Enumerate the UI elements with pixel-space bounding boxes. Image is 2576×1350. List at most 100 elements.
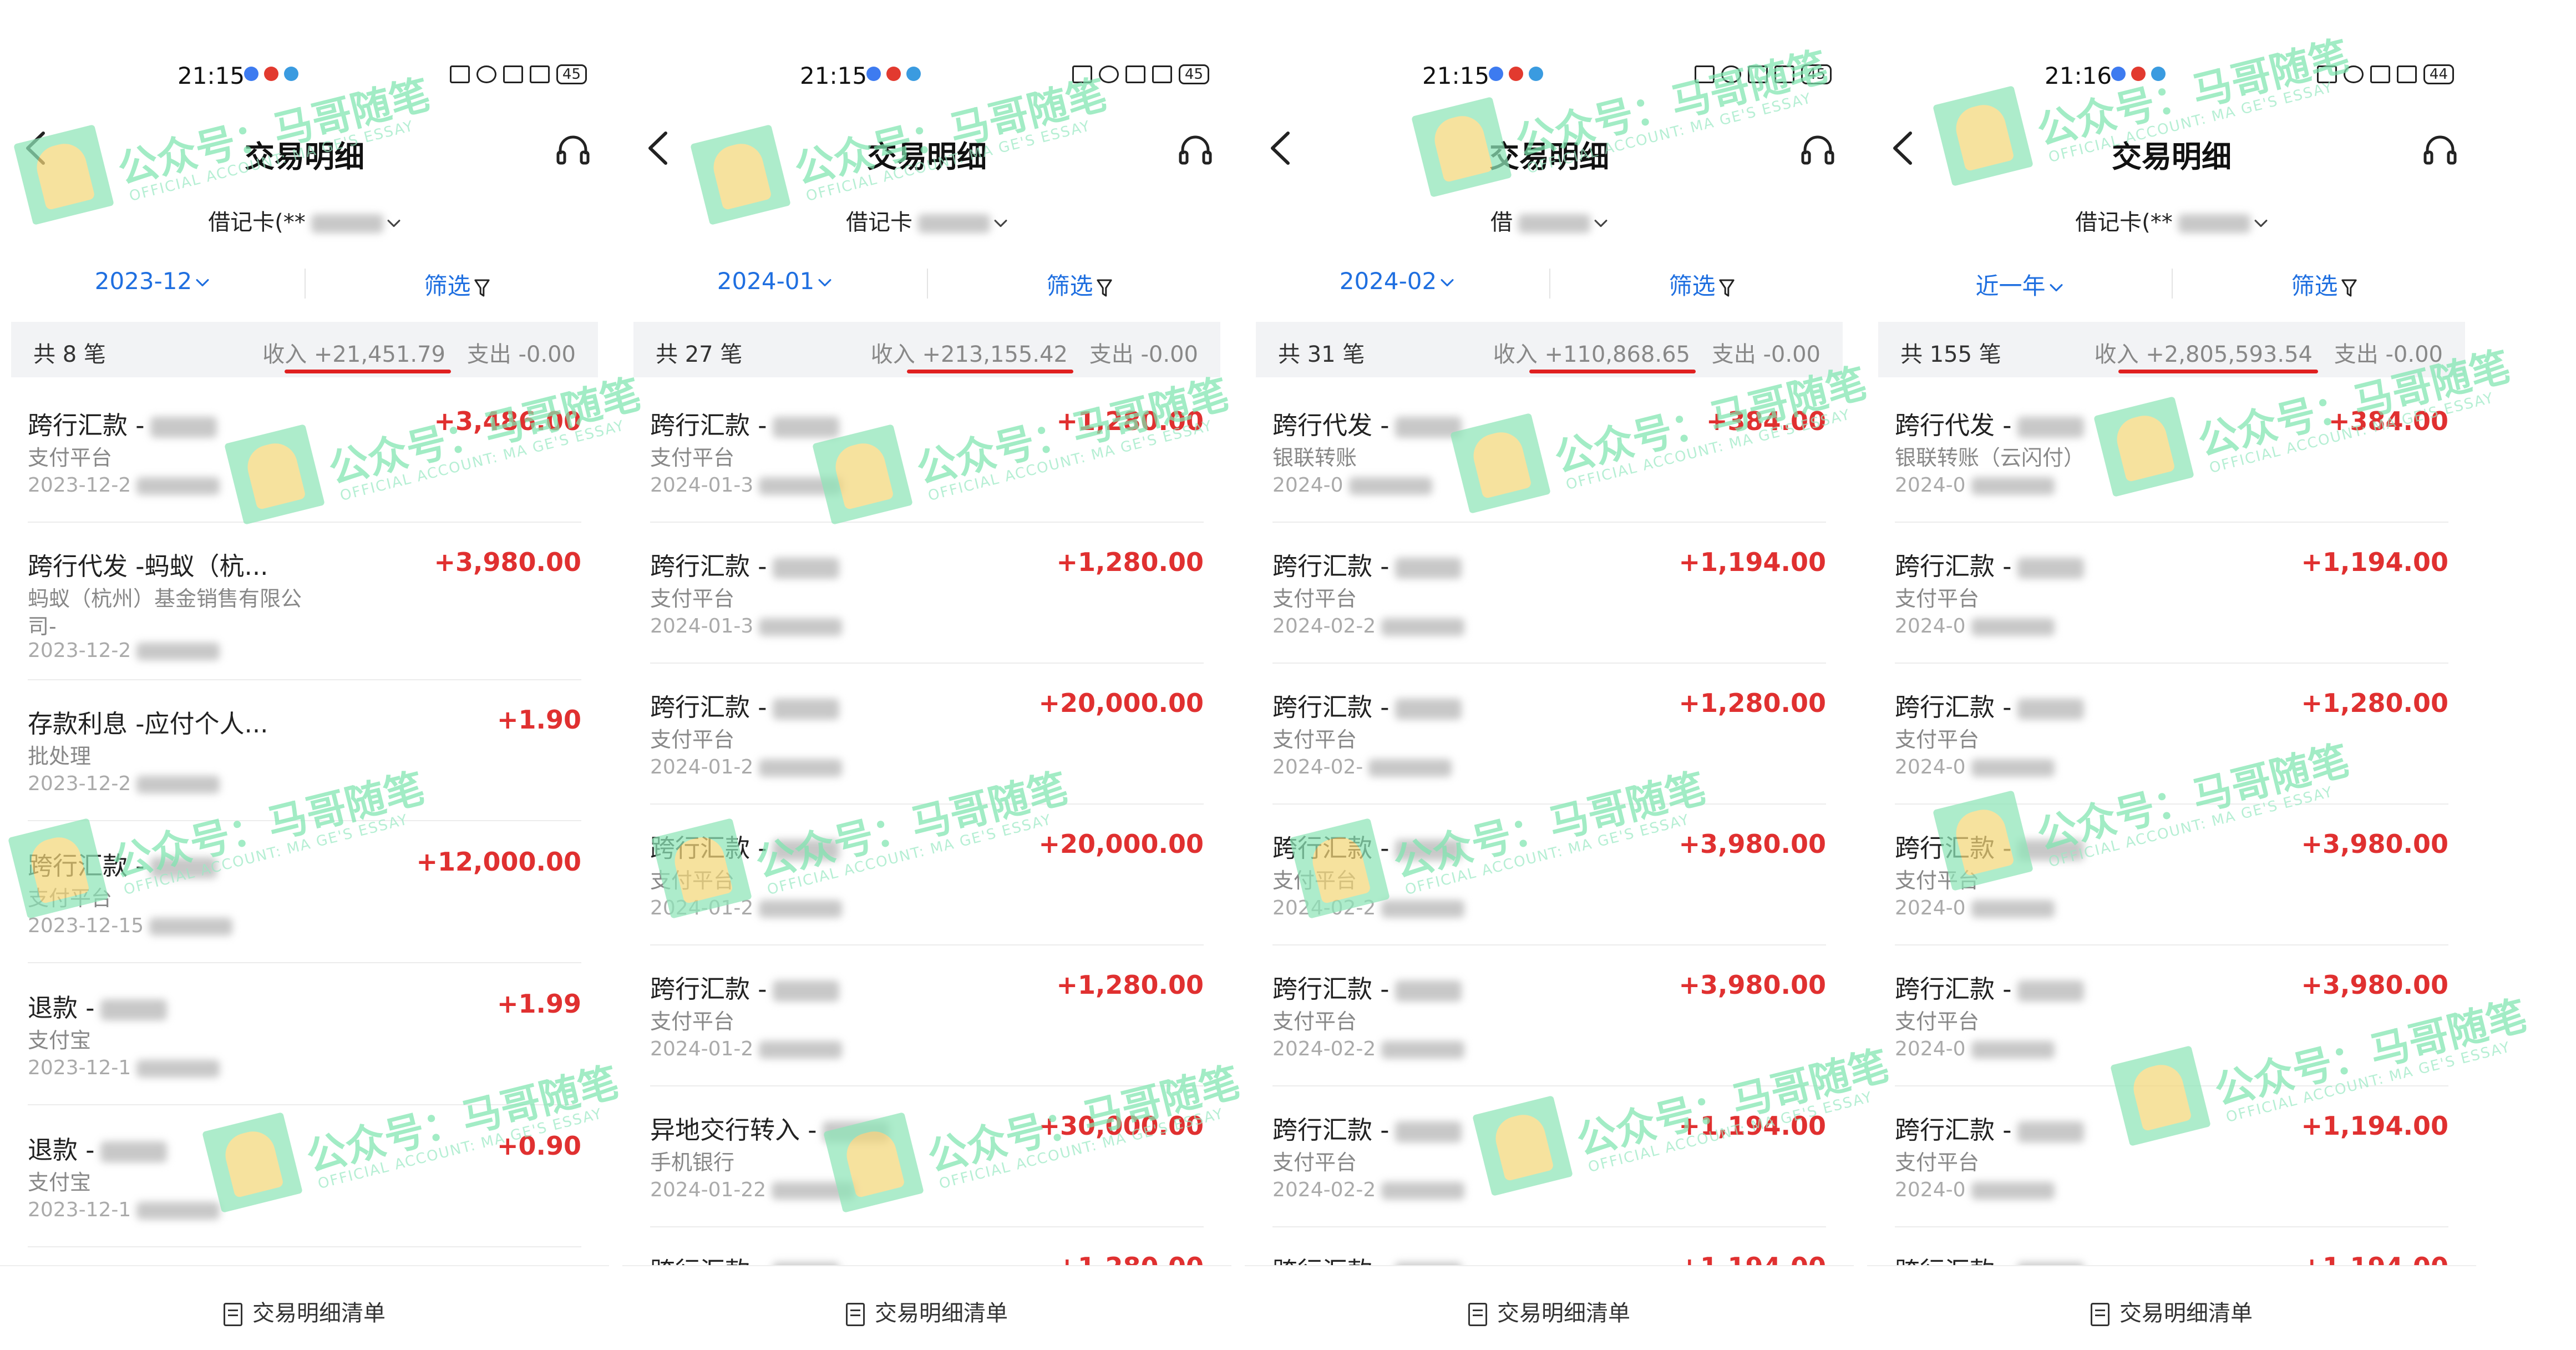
filter-button[interactable]: 筛选: [305, 267, 609, 301]
month-selector[interactable]: 2024-01: [622, 267, 927, 295]
transaction-row[interactable]: 跨行汇款 - 支付平台 2024-01-2 +1,280.00: [622, 945, 1231, 1086]
battery-icon: 44: [2423, 64, 2454, 84]
transaction-row[interactable]: 跨行代发 - 银联转账 2024-0 +384.00: [1245, 382, 1854, 523]
card-selector[interactable]: 借: [1245, 204, 1854, 236]
transaction-date: 2024-0: [1895, 615, 1966, 638]
transaction-channel: 支付平台: [650, 727, 735, 752]
transaction-row[interactable]: 退款 - 支付宝 2023-12-1 +1.99: [0, 964, 609, 1105]
filter-button[interactable]: 筛选: [2172, 267, 2476, 301]
transaction-row[interactable]: 跨行汇款 - 支付平台 2024-02-2 +1,194.00: [1245, 1086, 1854, 1227]
transaction-row[interactable]: 跨行汇款 - 支付平台 2024-0 +3,980.00: [1867, 805, 2476, 945]
transaction-row[interactable]: 跨行汇款 -+1,194.00: [1245, 1227, 1854, 1270]
chevron-down-icon: [1437, 267, 1454, 295]
filter-button[interactable]: 筛选: [1549, 267, 1854, 301]
status-bar: 21:15 45: [622, 62, 1231, 95]
statement-label: 交易明细清单: [875, 1301, 1008, 1326]
headset-icon[interactable]: [556, 133, 590, 166]
transaction-channel-line: 支付平台: [1895, 722, 1979, 753]
timestamp-redacted: [1381, 1041, 1465, 1059]
filter-bar: 2023-12 筛选: [0, 261, 609, 305]
timestamp-redacted: [1971, 618, 2055, 636]
transaction-row[interactable]: 跨行汇款 - 支付平台 2024-01-2 +20,000.00: [622, 664, 1231, 805]
phone-screen: 21:16 44 交易明细 借记卡(** 近一年 筛选共 155 笔 收入 +2,805,5…: [1867, 0, 2476, 1350]
transaction-title: 跨行代发 -: [1895, 411, 2012, 440]
statement-link[interactable]: 交易明细清单: [1867, 1295, 2476, 1327]
transaction-row[interactable]: 跨行汇款 - 支付平台 2024-01-3 +1,280.00: [622, 382, 1231, 523]
counterparty-redacted: [2017, 980, 2084, 1002]
month-selector[interactable]: 2024-02: [1245, 267, 1549, 295]
headset-icon[interactable]: [2423, 133, 2457, 166]
transaction-row[interactable]: 跨行汇款 - 支付平台 2024-0 +3,980.00: [1867, 945, 2476, 1086]
headset-icon[interactable]: [1801, 133, 1835, 166]
transaction-amount: +20,000.00: [1038, 688, 1204, 718]
transaction-channel-line: 蚂蚁（杭州）基金销售有限公: [28, 582, 302, 612]
qq-icon: [886, 67, 901, 81]
transaction-date-line: 2024-0: [1895, 615, 2055, 638]
statement-link[interactable]: 交易明细清单: [622, 1295, 1231, 1327]
card-selector[interactable]: 借记卡(**: [1867, 204, 2476, 236]
timestamp-redacted: [759, 1041, 843, 1059]
transaction-amount: +3,486.00: [434, 406, 581, 436]
statement-footer[interactable]: 交易明细清单: [1245, 1265, 1854, 1349]
transaction-date: 2024-01-3: [650, 474, 754, 497]
timestamp-redacted: [136, 477, 220, 495]
transaction-row[interactable]: 跨行代发 - 银联转账（云闪付） 2024-0 +384.00: [1867, 382, 2476, 523]
transaction-row[interactable]: 退款 - 支付宝 2023-12-1 +0.90: [0, 1106, 609, 1247]
transaction-channel-line: 银联转账: [1272, 441, 1357, 471]
transaction-date-line: 2024-02-: [1272, 756, 1452, 778]
cast-icon: [1694, 65, 1715, 83]
headset-icon[interactable]: [1178, 133, 1213, 166]
transaction-row[interactable]: 跨行汇款 - 支付平台 2024-0 +1,194.00: [1867, 523, 2476, 664]
month-selector[interactable]: 近一年: [1867, 267, 2172, 301]
transaction-title-line: 跨行汇款 -: [1895, 1110, 2084, 1146]
statement-footer[interactable]: 交易明细清单: [1867, 1265, 2476, 1349]
month-selector[interactable]: 2023-12: [0, 267, 305, 295]
transaction-channel-line: 支付平台: [1272, 1145, 1357, 1176]
transaction-date-line: 2024-01-3: [650, 474, 843, 497]
transaction-row[interactable]: 跨行汇款 - 支付平台 2024-02-2 +3,980.00: [1245, 945, 1854, 1086]
transaction-row[interactable]: 跨行汇款 - 支付平台 2024-0 +1,194.00: [1867, 1086, 2476, 1227]
transaction-title: 跨行代发 -: [1272, 411, 1390, 440]
statement-label: 交易明细清单: [2119, 1301, 2253, 1326]
transaction-date: 2024-0: [1895, 1038, 1966, 1060]
transaction-row[interactable]: 跨行汇款 - 支付平台 2024-02- +1,280.00: [1245, 664, 1854, 805]
transaction-row[interactable]: 跨行汇款 -+1,194.00: [1867, 1227, 2476, 1270]
transaction-channel-line: 银联转账（云闪付）: [1895, 441, 2085, 471]
transaction-row[interactable]: 跨行汇款 - 支付平台 2024-0 +1,280.00: [1867, 664, 2476, 805]
transaction-row[interactable]: 跨行代发 -蚂蚁（杭... 蚂蚁（杭州）基金销售有限公 司- 2023-12-2 +3,…: [0, 523, 609, 680]
month-label: 2024-01: [717, 267, 815, 295]
statement-footer[interactable]: 交易明细清单: [0, 1265, 609, 1349]
chevron-down-icon: [814, 267, 832, 295]
transaction-row[interactable]: 跨行汇款 - 支付平台 2024-01-3 +1,280.00: [622, 523, 1231, 664]
card-number-redacted: [918, 214, 990, 233]
transaction-row[interactable]: 存款利息 -应付个人... 批处理 2023-12-2 +1.90: [0, 680, 609, 821]
statement-link[interactable]: 交易明细清单: [1245, 1295, 1854, 1327]
card-label: 借记卡: [846, 210, 912, 235]
transaction-title: 跨行汇款 -: [1895, 692, 2012, 722]
transaction-row[interactable]: 跨行汇款 - 支付平台 2023-12-15 +12,000.00: [0, 822, 609, 963]
statement-link[interactable]: 交易明细清单: [0, 1295, 609, 1327]
transaction-row[interactable]: 跨行汇款 - 支付平台 2024-02-2 +1,194.00: [1245, 523, 1854, 664]
filter-button[interactable]: 筛选: [927, 267, 1231, 301]
counterparty-redacted: [1395, 840, 1462, 861]
card-selector[interactable]: 借记卡(**: [0, 204, 609, 236]
transaction-title: 跨行汇款 -: [1272, 692, 1390, 722]
transaction-row[interactable]: 跨行汇款 -+1,280.00: [622, 1227, 1231, 1270]
transaction-list: 跨行代发 - 银联转账 2024-0 +384.00 跨行汇款 - 支付平台 2024-02…: [1245, 382, 1854, 1270]
transaction-date-line: 2024-02-2: [1272, 897, 1465, 919]
statement-footer[interactable]: 交易明细清单: [622, 1265, 1231, 1349]
transaction-title: 跨行汇款 -: [28, 411, 145, 440]
transaction-row[interactable]: 异地交行转入 - 手机银行 2024-01-22 +30,000.00: [622, 1086, 1231, 1227]
transaction-date: 2024-02-2: [1272, 897, 1376, 919]
transaction-amount: +3,980.00: [1679, 829, 1826, 859]
transaction-amount: +1.99: [496, 989, 581, 1019]
filter-label: 筛选: [1669, 272, 1716, 300]
filter-label: 筛选: [424, 272, 471, 300]
row-divider: [28, 962, 581, 963]
card-selector[interactable]: 借记卡: [622, 204, 1231, 236]
transaction-row[interactable]: 跨行汇款 - 支付平台 2023-12-2 +3,486.00: [0, 382, 609, 523]
transaction-row[interactable]: 跨行汇款 - 支付平台 2024-01-2 +20,000.00: [622, 805, 1231, 945]
card-number-redacted: [2178, 214, 2250, 233]
transaction-row[interactable]: 跨行汇款 - 支付平台 2024-02-2 +3,980.00: [1245, 805, 1854, 945]
transaction-amount: +30,000.00: [1038, 1111, 1204, 1141]
